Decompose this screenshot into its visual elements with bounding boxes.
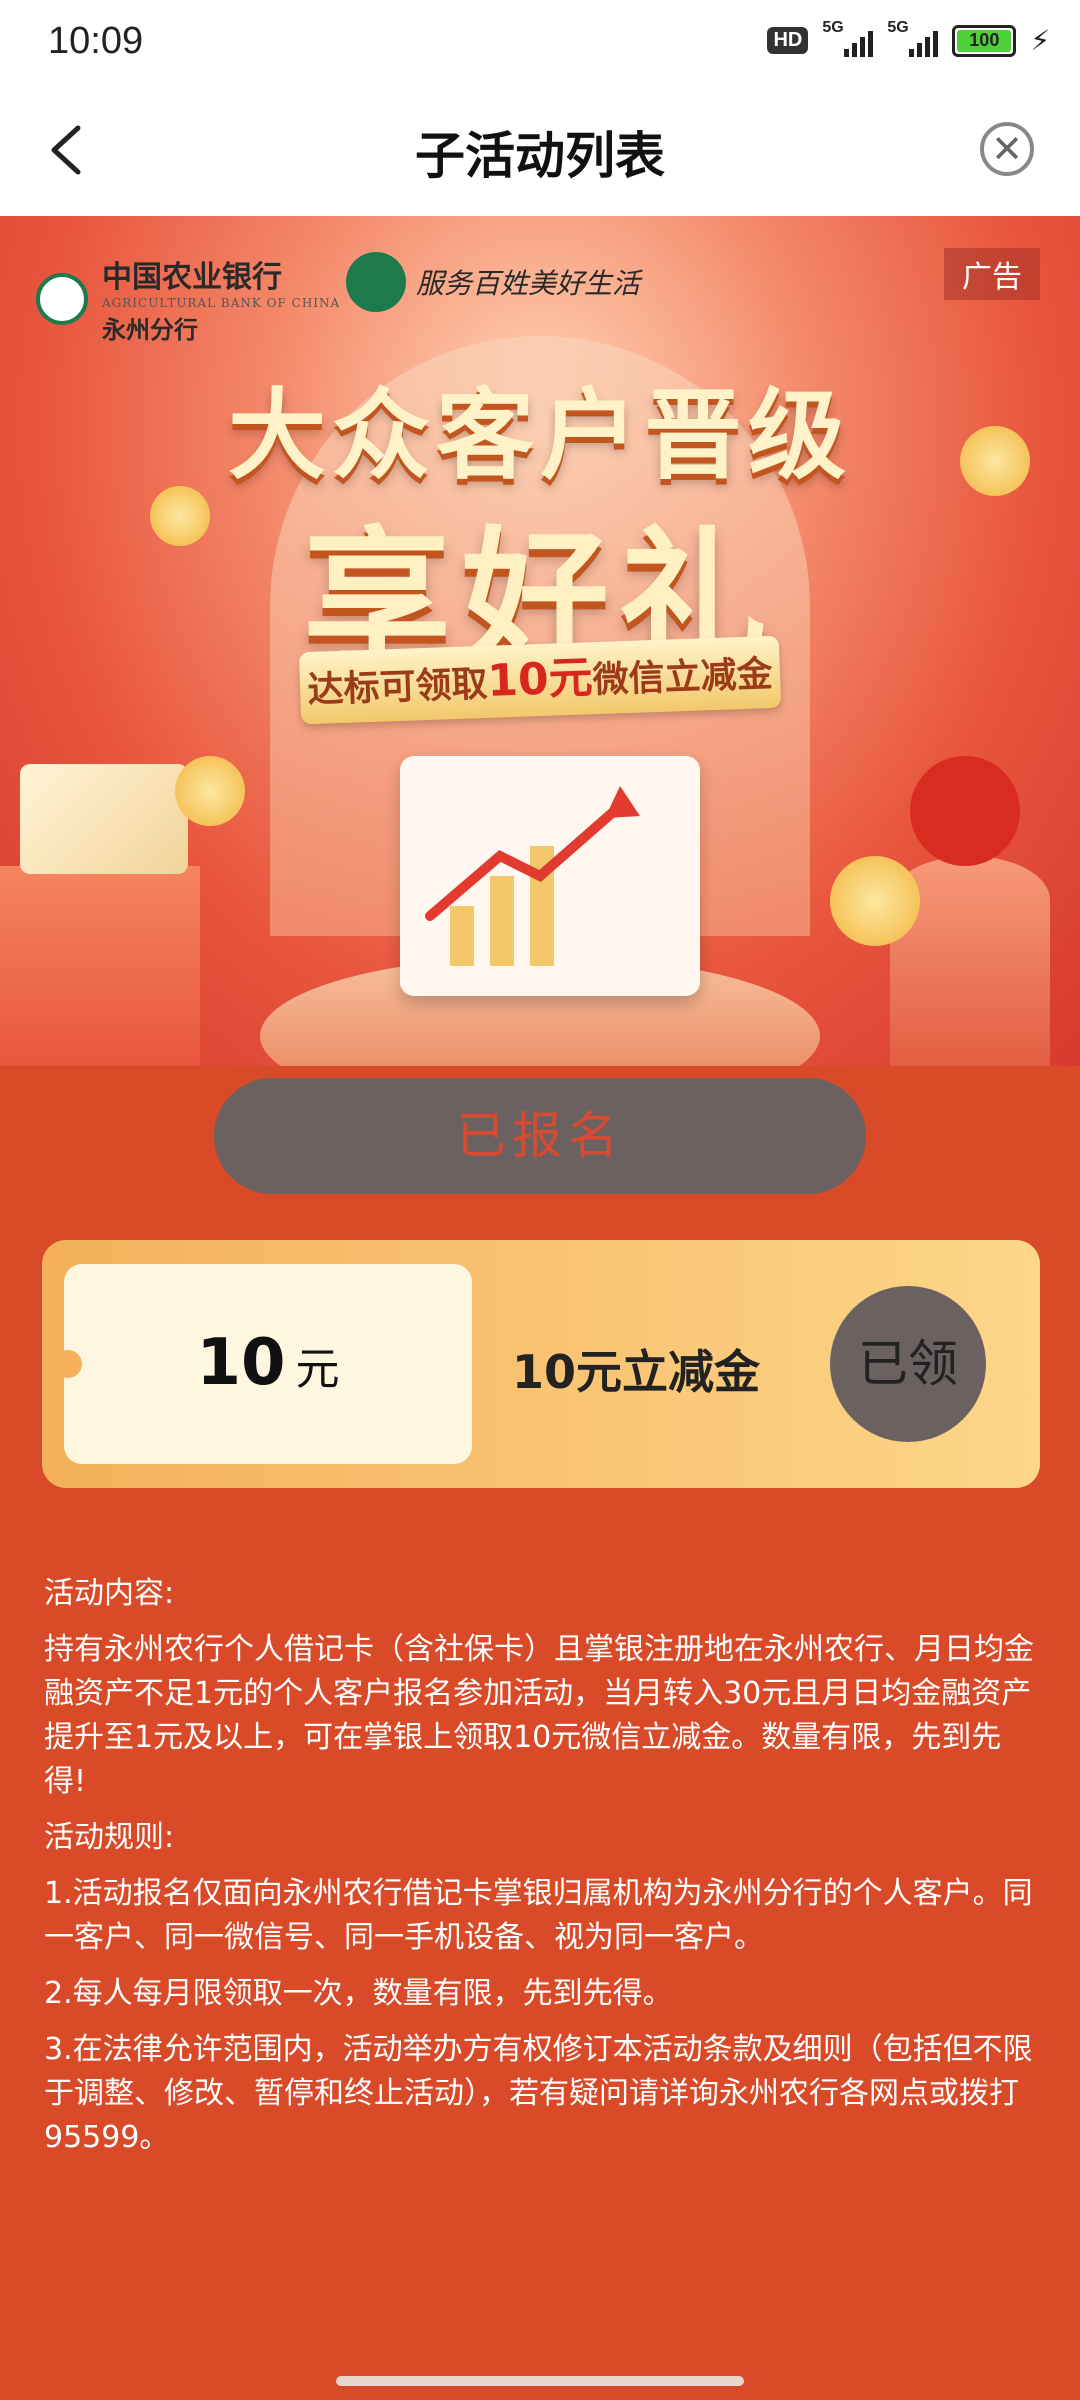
page-title: 子活动列表 <box>415 127 665 185</box>
banner-headline: 大众客户晋级 <box>227 379 852 493</box>
coupon-card: 10 元 10元立减金 已领 <box>42 1240 1040 1488</box>
abc-logo: 中国农业银行 AGRICULTURAL BANK OF CHINA 永州分行 <box>36 252 340 345</box>
ribbon-prefix: 达标可领取 <box>306 663 489 712</box>
coupon-amount-unit: 元 <box>295 1344 340 1395</box>
status-time: 10:09 <box>48 20 144 62</box>
calendar-chart-icon <box>400 756 700 996</box>
content-text: 持有永州农行个人借记卡（含社保卡）且掌银注册地在永州农行、月日均金融资产不足1元… <box>44 1632 1034 1799</box>
lucky-bag-icon <box>910 756 1020 866</box>
close-button[interactable]: ✕ <box>980 122 1034 176</box>
charging-icon: ⚡ <box>1030 24 1050 57</box>
coupon-amount-value: 10 <box>196 1326 286 1400</box>
promo-banner[interactable]: 中国农业银行 AGRICULTURAL BANK OF CHINA 永州分行 服… <box>0 216 1080 1066</box>
signed-up-button[interactable]: 已报名 <box>214 1078 866 1194</box>
hd-badge: HD <box>767 27 809 54</box>
service-emblem-icon <box>346 252 406 312</box>
network-type-1: 5G <box>822 18 844 36</box>
content-title: 活动内容: <box>44 1576 175 1611</box>
coin-icon <box>830 856 920 946</box>
bank-name: 中国农业银行 <box>102 260 282 295</box>
status-bar: 10:09 HD 5G 5G 100 ⚡ <box>0 0 1080 90</box>
claimed-button[interactable]: 已领 <box>830 1286 986 1442</box>
service-slogan: 服务百姓美好生活 <box>416 267 641 300</box>
battery-level: 100 <box>969 30 1000 50</box>
coin-icon <box>175 756 245 826</box>
gift-box-left <box>0 866 200 1066</box>
activity-description: 活动内容: 持有永州农行个人借记卡（含社保卡）且掌银注册地在永州农行、月日均金融… <box>44 1572 1034 2172</box>
rule-item: 2.每人每月限领取一次，数量有限，先到先得。 <box>44 1976 673 2011</box>
rule-item: 3.在法律允许范围内，活动举办方有权修订本活动条款及细则（包括但不限于调整、修改… <box>44 2032 1033 2155</box>
battery-icon: 100 <box>952 24 1017 57</box>
signal-icon-2: 5G <box>887 19 939 57</box>
service-logo: 服务百姓美好生活 <box>346 252 640 312</box>
abc-emblem-icon <box>36 272 88 325</box>
signal-icon: 5G <box>822 19 874 57</box>
bank-card-image <box>20 764 188 874</box>
rule-item: 1.活动报名仅面向永州农行借记卡掌银归属机构为永州分行的个人客户。同一客户、同一… <box>44 1876 1033 1955</box>
branch-name: 永州分行 <box>102 315 198 344</box>
bank-name-en: AGRICULTURAL BANK OF CHINA <box>102 296 341 310</box>
coupon-amount: 10 元 <box>64 1326 472 1400</box>
ribbon-amount: 10元 <box>486 652 594 707</box>
coupon-name: 10元立减金 <box>512 1345 761 1399</box>
close-icon: ✕ <box>991 127 1023 171</box>
rules-title: 活动规则: <box>44 1820 175 1855</box>
nav-bar: 子活动列表 ✕ <box>0 90 1080 216</box>
status-icons: HD 5G 5G 100 ⚡ <box>767 19 1050 57</box>
home-indicator[interactable] <box>336 2376 744 2386</box>
ad-label: 广告 <box>944 248 1040 300</box>
coupon-ticket: 10 元 <box>54 1264 472 1464</box>
network-type-2: 5G <box>887 18 909 36</box>
ribbon-suffix: 微信立减金 <box>591 653 774 702</box>
